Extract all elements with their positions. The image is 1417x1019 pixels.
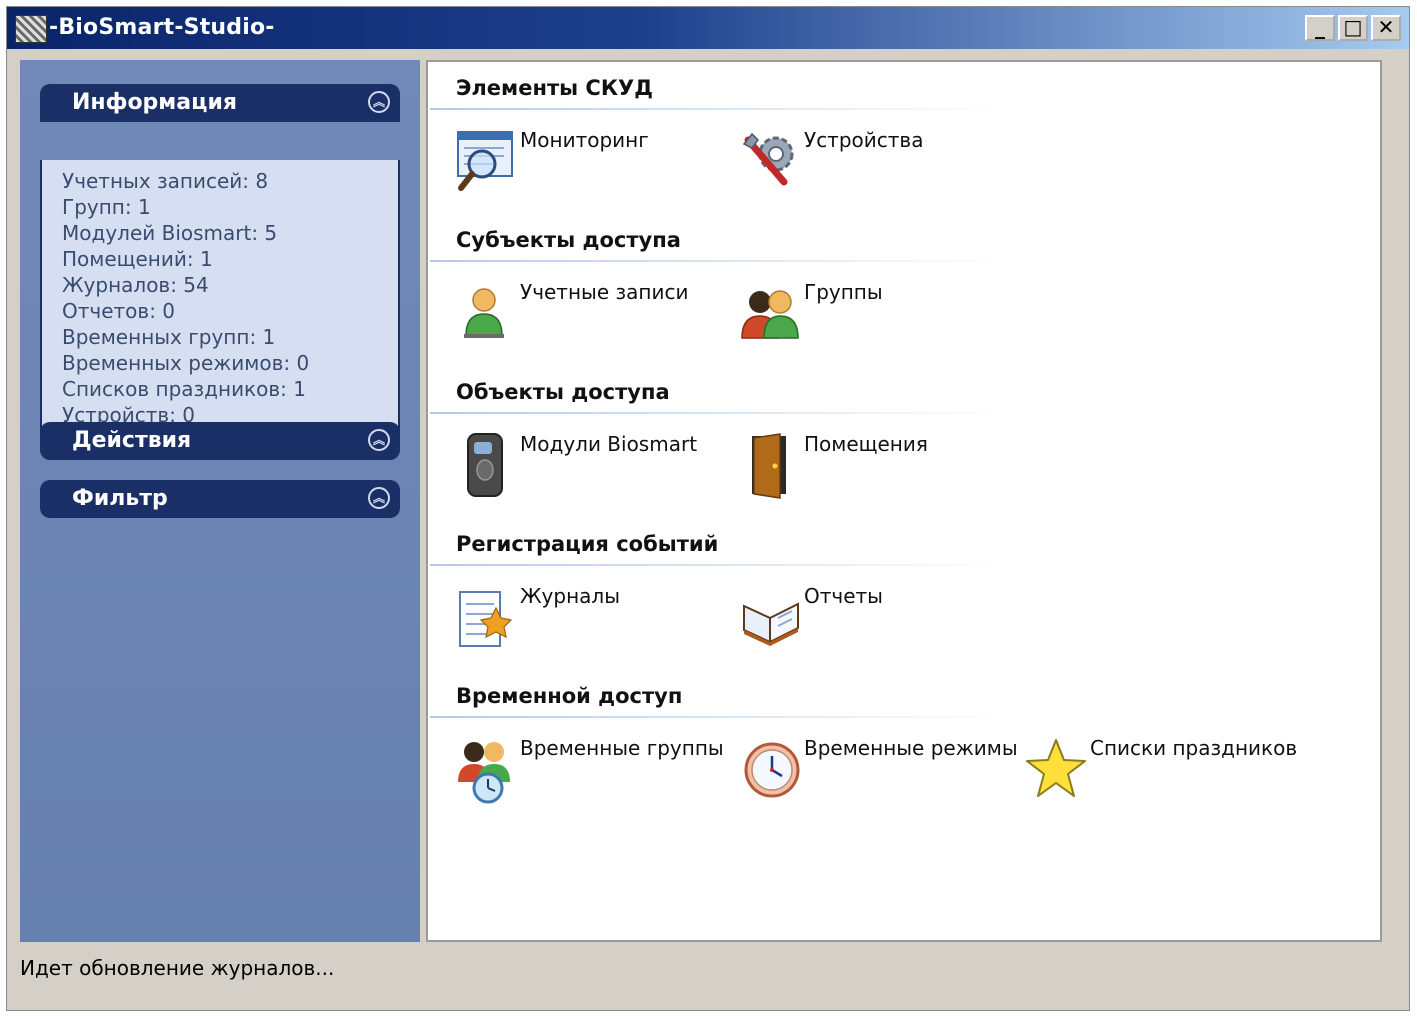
close-button[interactable]: ✕	[1371, 15, 1401, 41]
section-title: Элементы СКУД	[456, 76, 653, 100]
item-label: Помещения	[804, 432, 928, 456]
info-panel-header[interactable]: Информация ︽	[40, 84, 400, 122]
section-divider	[430, 260, 1010, 262]
biosmart-module-icon	[467, 433, 503, 497]
filter-panel-header[interactable]: Фильтр ︽	[40, 480, 400, 518]
window-title: -BioSmart-Studio-	[49, 15, 275, 40]
info-panel-title: Информация	[72, 90, 237, 115]
status-bar-text: Идет обновление журналов...	[20, 956, 335, 980]
section-title: Субъекты доступа	[456, 228, 681, 252]
section-title: Объекты доступа	[456, 380, 670, 404]
collapse-chevron-icon[interactable]: ︽	[368, 487, 390, 509]
section-divider	[430, 108, 1010, 110]
clock-icon	[744, 742, 800, 798]
info-line: Помещений: 1	[62, 247, 213, 271]
group-icon	[741, 290, 799, 339]
section-title: Временной доступ	[456, 684, 683, 708]
star-icon	[1026, 739, 1086, 797]
item-label: Устройства	[804, 128, 924, 152]
collapse-chevron-icon[interactable]: ︽	[368, 91, 390, 113]
item-label: Журналы	[520, 584, 620, 608]
main-content: Элементы СКУД Мониторинг Устройства Субъ…	[426, 60, 1382, 942]
info-line: Учетных записей: 8	[62, 169, 269, 193]
maximize-button[interactable]: □	[1338, 15, 1368, 41]
item-label: Группы	[804, 280, 883, 304]
section-divider	[430, 564, 1010, 566]
item-label: Отчеты	[804, 584, 883, 608]
title-bar[interactable]: -BioSmart-Studio- _ □ ✕	[7, 7, 1409, 49]
info-line: Временных режимов: 0	[62, 351, 310, 375]
report-book-icon	[743, 602, 799, 646]
sidebar: Информация ︽ Учетных записей: 8 Групп: 1…	[20, 60, 420, 942]
item-label: Модули Biosmart	[520, 432, 698, 456]
user-icon	[464, 288, 504, 338]
section-divider	[430, 412, 1010, 414]
monitoring-icon	[457, 131, 513, 191]
actions-panel-header[interactable]: Действия ︽	[40, 422, 400, 460]
item-label: Учетные записи	[520, 280, 689, 304]
collapse-chevron-icon[interactable]: ︽	[368, 429, 390, 451]
journal-icon	[459, 591, 513, 647]
info-line: Списков праздников: 1	[62, 377, 306, 401]
info-line: Модулей Biosmart: 5	[62, 221, 278, 245]
info-line: Временных групп: 1	[62, 325, 276, 349]
item-label: Списки праздников	[1090, 736, 1298, 760]
info-line: Отчетов: 0	[62, 299, 176, 323]
item-label: Временные группы	[520, 736, 724, 760]
filter-panel-title: Фильтр	[72, 486, 168, 511]
info-line: Журналов: 54	[62, 273, 209, 297]
item-label: Временные режимы	[804, 736, 1018, 760]
app-logo-icon	[15, 15, 47, 43]
minimize-button[interactable]: _	[1305, 15, 1335, 41]
devices-icon	[742, 132, 794, 186]
item-label: Мониторинг	[520, 128, 649, 152]
actions-panel-title: Действия	[72, 428, 192, 453]
time-group-icon	[458, 742, 510, 804]
info-panel-body: Учетных записей: 8 Групп: 1 Модулей Bios…	[40, 160, 400, 437]
door-icon	[752, 433, 786, 499]
section-divider	[430, 716, 1010, 718]
section-title: Регистрация событий	[456, 532, 719, 556]
info-line: Групп: 1	[62, 195, 151, 219]
